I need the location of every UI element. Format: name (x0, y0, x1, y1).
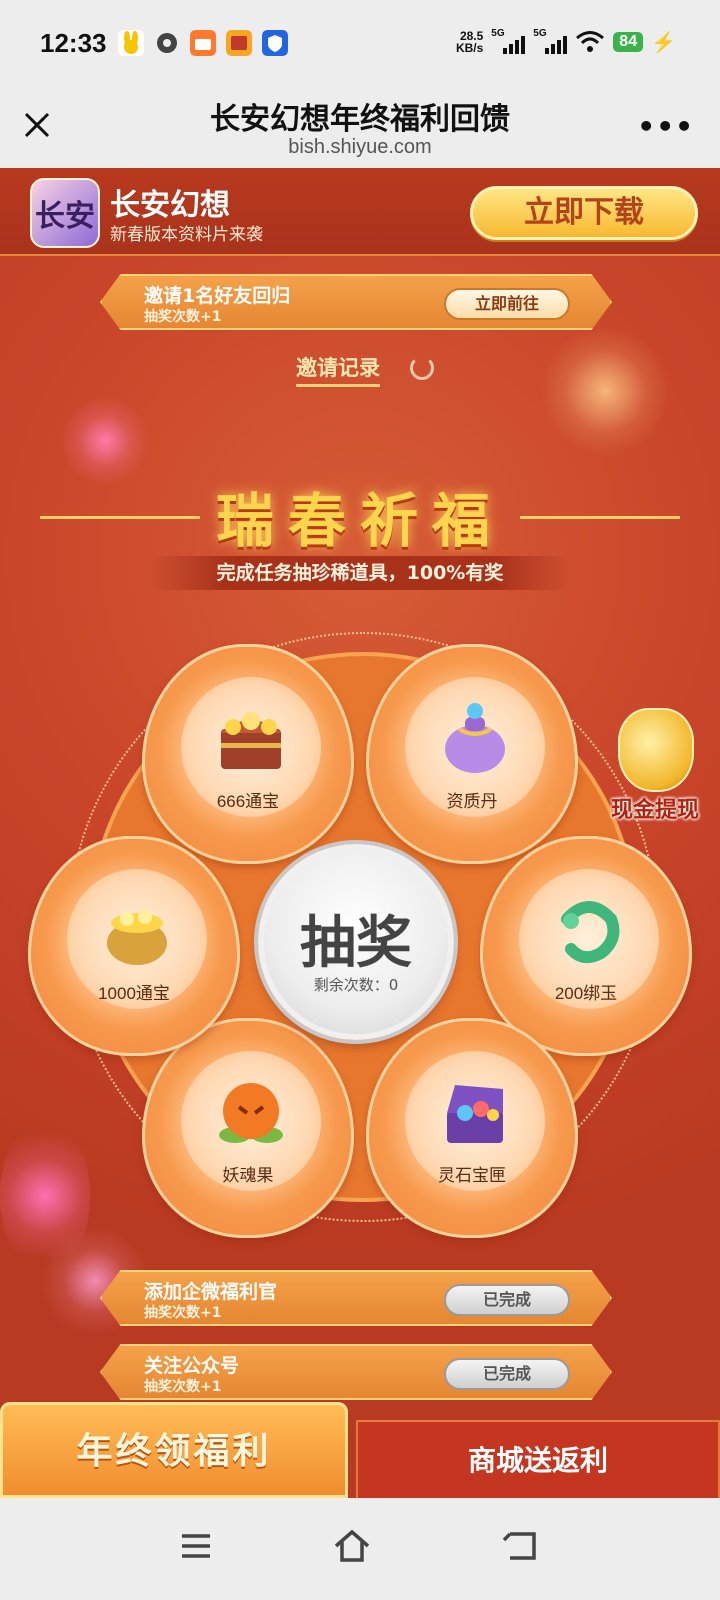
remaining-draws: 剩余次数：0 (313, 976, 399, 994)
status-bar: 12:33 28.5 KB/s 5G 5G 84 ⚡ (0, 0, 720, 86)
tab-year-end-benefits[interactable]: 年终领福利 (0, 1402, 348, 1498)
settings-gear-icon (157, 33, 177, 53)
task-reward: 抽奖次数+1 (144, 309, 222, 325)
app-name: 长安幻想 (110, 188, 230, 223)
charging-bolt-icon: ⚡ (651, 31, 676, 54)
purple-pouch-icon (445, 703, 505, 773)
shield-app-icon (262, 30, 288, 56)
task-title: 关注公众号 (144, 1355, 240, 1377)
jade-dragon-icon (561, 901, 620, 964)
firework-decoration (540, 326, 670, 456)
firework-decoration (60, 396, 150, 486)
prize-slot-1000-tongbao: 1000通宝 (28, 836, 240, 1056)
task-reward: 抽奖次数+1 (144, 1379, 222, 1395)
shop-app-icon (190, 30, 216, 56)
status-app-icons (118, 30, 288, 56)
task-title: 添加企微福利官 (144, 1281, 278, 1303)
gold-pot-icon (107, 910, 167, 965)
main-heading: 瑞春祈福 (215, 487, 504, 555)
app-logo-text: 长安 (35, 199, 95, 234)
page-title: 长安幻想年终福利回馈 (210, 102, 510, 137)
prize-label: 资质丹 (446, 792, 498, 811)
rabbit-app-icon (118, 30, 144, 56)
home-icon[interactable] (332, 1526, 372, 1566)
completed-button[interactable]: 已完成 (444, 1284, 570, 1316)
app-download-banner: 长安 长安幻想 新春版本资料片来袭 立即下载 (0, 168, 720, 256)
game-app-icon (226, 30, 252, 56)
official-account-task-bar: 关注公众号 抽奖次数+1 已完成 (100, 1344, 612, 1400)
more-options-button[interactable]: ••• (637, 113, 694, 141)
invite-record-link[interactable]: 邀请记录 (296, 352, 380, 387)
cash-withdraw-widget[interactable]: 现金提现 (602, 708, 708, 838)
download-button[interactable]: 立即下载 (470, 186, 698, 240)
refresh-icon[interactable] (410, 356, 434, 380)
tab-label: 商城送返利 (467, 1444, 608, 1477)
prize-slot-666-tongbao: 666通宝 (142, 644, 354, 864)
page-url: bish.shiyue.com (288, 136, 432, 158)
draw-button[interactable]: 抽奖 剩余次数：0 (258, 844, 454, 1040)
prize-slot-zizhidan: 资质丹 (366, 644, 578, 864)
menu-icon[interactable] (176, 1526, 216, 1566)
app-slogan: 新春版本资料片来袭 (110, 225, 263, 245)
treasure-chest-icon (221, 712, 281, 769)
go-now-button[interactable]: 立即前往 (444, 288, 570, 320)
spirit-fruit-icon (219, 1083, 283, 1143)
status-right: 28.5 KB/s 5G 5G 84 ⚡ (456, 28, 676, 56)
prize-slot-200-bangyu: 200绑玉 (480, 836, 692, 1056)
cash-withdraw-label: 现金提现 (610, 798, 699, 823)
prize-label: 妖魂果 (222, 1166, 274, 1185)
system-nav-bar (0, 1498, 720, 1600)
sub-heading: 完成任务抽珍稀道具，100%有奖 (150, 556, 570, 590)
money-bag-icon (618, 708, 694, 792)
tab-label: 年终领福利 (76, 1430, 272, 1472)
wechat-work-task-bar: 添加企微福利官 抽奖次数+1 已完成 (100, 1270, 612, 1326)
network-speed: 28.5 KB/s (456, 30, 483, 54)
prize-slot-yaohunguo: 妖魂果 (142, 1018, 354, 1238)
draw-label: 抽奖 (300, 910, 412, 976)
gem-chest-icon (447, 1085, 503, 1143)
prize-label: 灵石宝匣 (438, 1166, 506, 1185)
tab-store-rebate[interactable]: 商城送返利 (356, 1420, 720, 1498)
completed-button[interactable]: 已完成 (444, 1358, 570, 1390)
prize-label: 666通宝 (216, 792, 280, 811)
signal-icon-2: 5G (533, 28, 568, 56)
app-logo: 长安 (30, 178, 100, 248)
net-speed-unit: KB/s (455, 41, 484, 55)
invite-task-bar: 邀请1名好友回归 抽奖次数+1 立即前往 (100, 274, 612, 330)
back-icon[interactable] (500, 1526, 540, 1566)
prize-label: 200绑玉 (554, 984, 618, 1003)
signal-icon: 5G (491, 28, 526, 56)
prize-label: 1000通宝 (98, 984, 170, 1003)
status-time: 12:33 (40, 28, 107, 58)
prize-slot-lingshi-baoxia: 灵石宝匣 (366, 1018, 578, 1238)
battery-indicator: 84 (613, 32, 644, 52)
task-title: 邀请1名好友回归 (144, 285, 291, 307)
task-reward: 抽奖次数+1 (144, 1305, 222, 1321)
wifi-icon (576, 31, 605, 52)
title-bar: 长安幻想年终福利回馈 bish.shiyue.com ••• (0, 86, 720, 168)
